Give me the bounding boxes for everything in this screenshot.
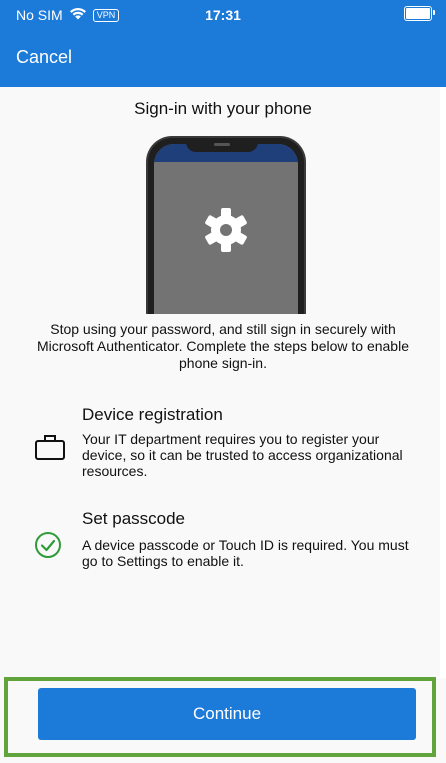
step-description: A device passcode or Touch ID is require… [82, 537, 409, 569]
step-description: Your IT department requires you to regis… [82, 431, 403, 479]
step-title: Set passcode [82, 509, 186, 528]
gear-icon [202, 206, 250, 259]
intro-description: Stop using your password, and still sign… [37, 321, 409, 371]
step-title: Device registration [82, 405, 223, 424]
cancel-button[interactable]: Cancel [16, 47, 72, 68]
status-bar: No SIM VPN 17:31 [0, 0, 446, 40]
briefcase-icon [34, 433, 66, 466]
app-header: No SIM VPN 17:31 Cancel [0, 0, 446, 87]
checkmark-circle-icon [34, 531, 62, 564]
phone-illustration [146, 136, 306, 314]
status-time: 17:31 [205, 7, 241, 23]
battery-icon [404, 6, 435, 21]
continue-button[interactable]: Continue [38, 688, 416, 740]
page-title: Sign-in with your phone [134, 99, 312, 118]
phone-notch [186, 138, 258, 152]
